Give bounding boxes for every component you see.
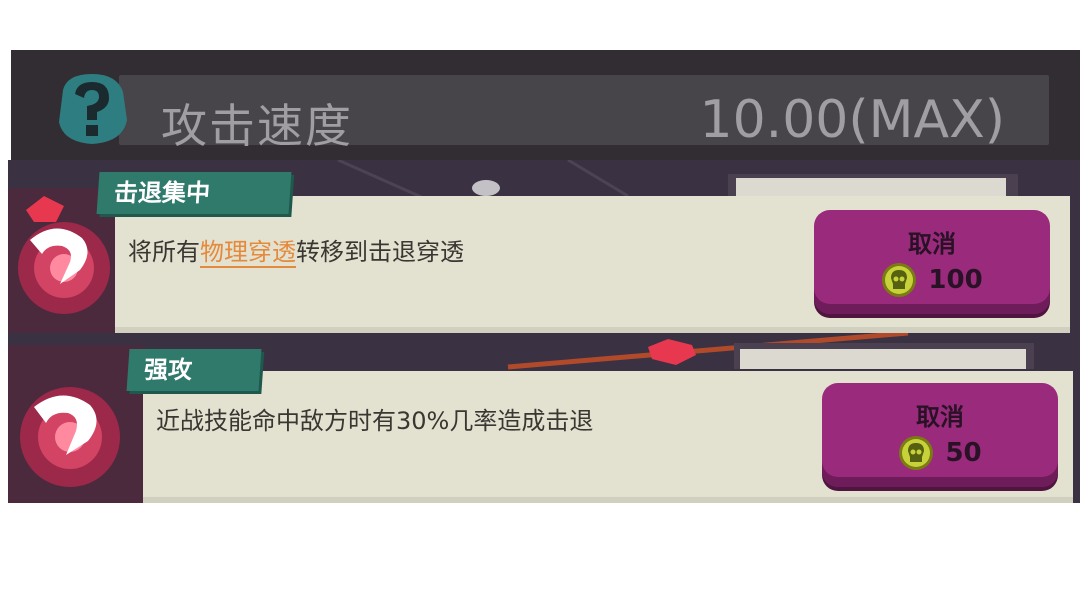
skill-row: 强攻 近战技能命中敌方时有30%几率造成击退 取消 50 bbox=[8, 333, 1080, 503]
cost-value: 50 bbox=[945, 438, 982, 468]
highlight-term: 物理穿透 bbox=[200, 238, 296, 268]
hook-swirl-icon bbox=[8, 345, 146, 503]
cost: 50 bbox=[822, 435, 1058, 471]
stat-bar: 攻击速度 10.00(MAX) bbox=[11, 50, 1080, 160]
skill-description: 近战技能命中敌方时有30%几率造成击退 bbox=[156, 407, 594, 435]
question-mark-icon[interactable] bbox=[53, 70, 131, 148]
skill-description: 将所有物理穿透转移到击退穿透 bbox=[128, 238, 464, 268]
skill-row: 击退集中 将所有物理穿透转移到击退穿透 取消 100 bbox=[8, 160, 1080, 333]
stat-name: 攻击速度 bbox=[161, 99, 353, 153]
skull-coin-icon bbox=[899, 436, 934, 470]
cost-value: 100 bbox=[928, 265, 983, 295]
cost: 100 bbox=[814, 262, 1050, 298]
cancel-button[interactable]: 取消 50 bbox=[822, 383, 1058, 487]
skull-coin-icon bbox=[882, 263, 917, 297]
skill-tag: 击退集中 bbox=[96, 172, 292, 214]
cancel-button[interactable]: 取消 100 bbox=[814, 210, 1050, 314]
skill-tag: 强攻 bbox=[126, 349, 262, 391]
cancel-label: 取消 bbox=[916, 403, 964, 431]
stat-value: 10.00(MAX) bbox=[699, 90, 1006, 150]
cancel-label: 取消 bbox=[908, 230, 956, 258]
